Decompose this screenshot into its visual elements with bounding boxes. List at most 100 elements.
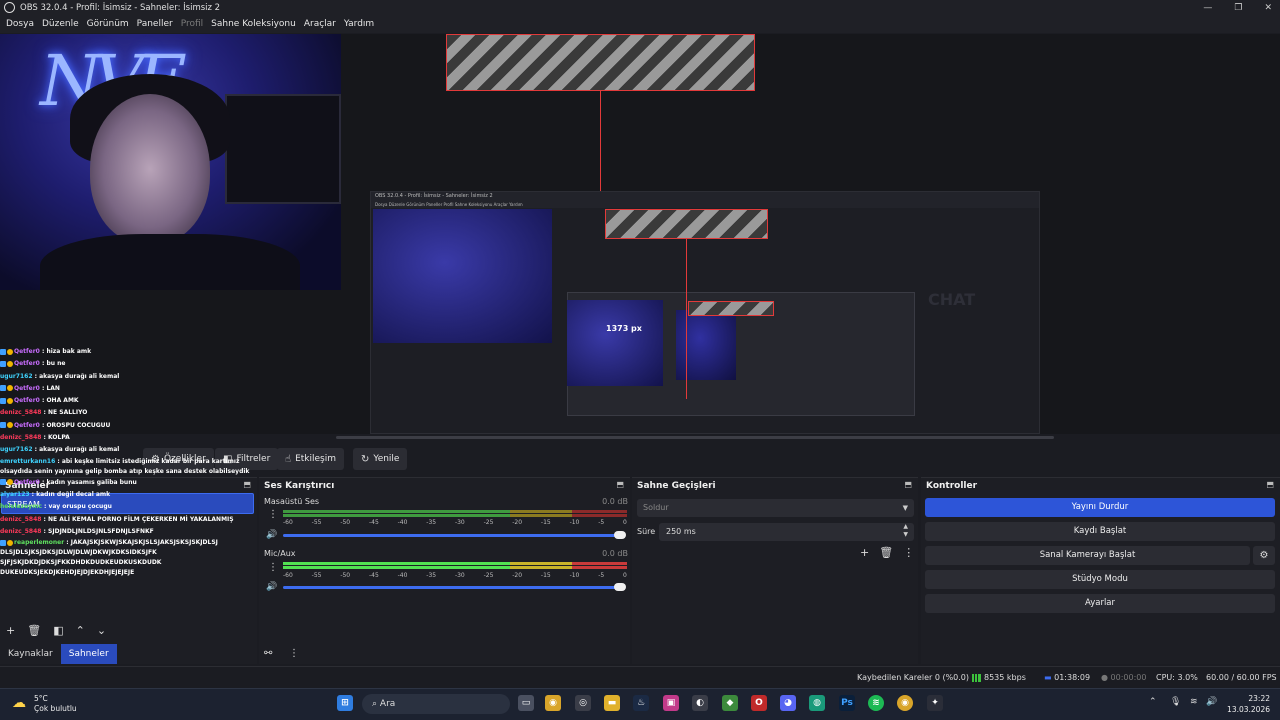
menu-yardim[interactable]: Yardım (340, 19, 378, 29)
delete-scene-icon[interactable]: 🗑 (27, 624, 41, 637)
microphone-icon[interactable]: 🎙 (1170, 697, 1181, 707)
volume-slider[interactable] (283, 583, 626, 591)
transition-menu-icon[interactable]: ⋮ (903, 546, 914, 559)
chat-badge-icon (7, 360, 13, 367)
undock-icon[interactable]: ⬒ (1266, 480, 1274, 489)
photoshop-icon[interactable]: Ps (839, 695, 855, 711)
refresh-button[interactable]: ↻ Yenile (353, 448, 408, 470)
taskbar-search[interactable]: ⌕ Ara (362, 694, 510, 714)
delete-transition-icon[interactable]: 🗑 (879, 546, 893, 559)
fps: 60.00 / 60.00 FPS (1206, 673, 1277, 682)
app-icon[interactable]: ◐ (692, 695, 708, 711)
chat-message: Qetfer0 : OROSPU COCUGUU (0, 420, 260, 432)
maximize-icon[interactable]: ❐ (1234, 3, 1242, 13)
app-icon[interactable]: ✦ (927, 695, 943, 711)
meter-tick-label: -5 (598, 572, 605, 579)
meter-tick-label: -55 (311, 519, 322, 526)
undock-icon[interactable]: ⬒ (616, 480, 624, 489)
menu-paneller[interactable]: Paneller (133, 19, 177, 29)
hatched-source-nested-2 (688, 301, 774, 316)
windows-start-icon[interactable]: ⊞ (337, 695, 353, 711)
mixer-menu-icon[interactable]: ⋮ (289, 648, 299, 659)
discord-icon[interactable]: ◕ (780, 695, 796, 711)
stop-stream-button[interactable]: Yayını Durdur (925, 498, 1275, 517)
chat-badge-icon (0, 360, 6, 367)
menu-profil[interactable]: Profil (177, 19, 207, 29)
spotify-icon[interactable]: ≋ (868, 695, 884, 711)
app-icon[interactable]: ▣ (663, 695, 679, 711)
menu-gorunum[interactable]: Görünüm (83, 19, 133, 29)
undock-icon[interactable]: ⬒ (904, 480, 912, 489)
menu-araclar[interactable]: Araçlar (300, 19, 340, 29)
chrome-icon[interactable]: ◉ (897, 695, 913, 711)
studio-mode-button[interactable]: Stüdyo Modu (925, 570, 1275, 589)
menu-sahne-koleksiyonu[interactable]: Sahne Koleksiyonu (207, 19, 300, 29)
tab-kaynaklar[interactable]: Kaynaklar (0, 644, 61, 664)
chat-overlay: Qetfer0 : hiza bak amk Qetfer0 : bu ne ugu… (0, 346, 260, 621)
hand-icon: ☝ (285, 453, 292, 465)
virtual-cam-button[interactable]: Sanal Kamerayı Başlat (925, 546, 1250, 565)
transition-select[interactable]: Soldur ▼ (637, 499, 914, 517)
file-explorer-icon[interactable]: ▬ (604, 695, 620, 711)
chat-username: Qetfer0 (14, 384, 40, 392)
chat-badge-icon (0, 397, 6, 404)
menu-duzenle[interactable]: Düzenle (38, 19, 83, 29)
interact-button[interactable]: ☝ Etkileşim (277, 448, 345, 470)
chat-message: denizc_5848 : NE ALİ KEMAL PORNO FİLM ÇE… (0, 514, 260, 526)
volume-slider[interactable] (283, 531, 626, 539)
chat-username: Qetfer0 (14, 397, 40, 405)
chat-username: denizc_5848 (0, 515, 42, 523)
hatched-source-top[interactable] (446, 34, 755, 91)
record-icon: ● (1101, 673, 1108, 682)
start-record-button[interactable]: Kaydı Başlat (925, 522, 1275, 541)
volume-icon[interactable]: 🔊 (1206, 697, 1217, 707)
volume-knob[interactable] (614, 531, 626, 539)
chat-badge-icon (7, 348, 13, 355)
obs-logo-icon (4, 2, 15, 13)
speaker-icon[interactable]: 🔊 (266, 530, 277, 540)
track-menu-icon[interactable]: ⋮ (268, 563, 278, 573)
close-icon[interactable]: ✕ (1264, 3, 1272, 13)
scene-filter-icon[interactable]: ◧ (53, 624, 63, 637)
webcam-source[interactable]: NVE (0, 34, 341, 290)
move-up-icon[interactable]: ⌃ (76, 624, 85, 637)
bitrate: 8535 kbps (984, 673, 1026, 682)
mixer-link-icon[interactable]: ⚯ (264, 648, 272, 659)
meter-tick-label: -55 (311, 572, 322, 579)
duration-input[interactable]: 250 ms ▲ ▼ (659, 523, 914, 541)
track-menu-icon[interactable]: ⋮ (268, 510, 278, 520)
settings-button[interactable]: Ayarlar (925, 594, 1275, 613)
chat-username: denizc_5848 (0, 409, 42, 417)
chat-badge-icon (0, 422, 6, 429)
virtual-cam-settings-icon[interactable]: ⚙ (1253, 546, 1275, 565)
app-icon[interactable]: ◍ (809, 695, 825, 711)
chat-message: denizc_5848 : NE SALLIYO (0, 407, 260, 419)
wifi-icon[interactable]: ≋ (1190, 697, 1198, 707)
spin-icon[interactable]: ▲ ▼ (903, 523, 908, 539)
tab-sahneler[interactable]: Sahneler (60, 644, 117, 664)
chrome-icon[interactable]: ◉ (545, 695, 561, 711)
weather-widget[interactable]: 5°C Çok bulutlu (34, 694, 77, 714)
volume-knob[interactable] (614, 583, 626, 591)
add-transition-icon[interactable]: + (860, 546, 869, 559)
weather-icon[interactable]: ☁ (12, 695, 26, 711)
preview-scrollbar[interactable] (336, 436, 1054, 439)
minimize-icon[interactable]: — (1203, 3, 1212, 13)
menu-dosya[interactable]: Dosya (2, 19, 38, 29)
taskbar-clock[interactable]: 23:22 13.03.2026 (1227, 693, 1270, 715)
chat-username: ugur7162 (0, 446, 33, 454)
chat-message: denizc_5848 : KOLPA (0, 432, 260, 444)
chat-message: helelezeymc : vay oruspu çocugu (0, 501, 260, 513)
add-scene-icon[interactable]: + (6, 624, 15, 637)
tray-chevron-icon[interactable]: ⌃ (1149, 697, 1157, 707)
speaker-icon[interactable]: 🔊 (266, 582, 277, 592)
task-view-icon[interactable]: ▭ (518, 695, 534, 711)
obs-icon[interactable]: ◎ (575, 695, 591, 711)
guide-line-nested (686, 239, 687, 399)
controls-title: Kontroller (926, 480, 978, 491)
opera-icon[interactable]: O (751, 695, 767, 711)
move-down-icon[interactable]: ⌄ (97, 624, 106, 637)
steam-icon[interactable]: ♨ (633, 695, 649, 711)
meter-channel-r (283, 514, 627, 517)
app-icon[interactable]: ◆ (722, 695, 738, 711)
